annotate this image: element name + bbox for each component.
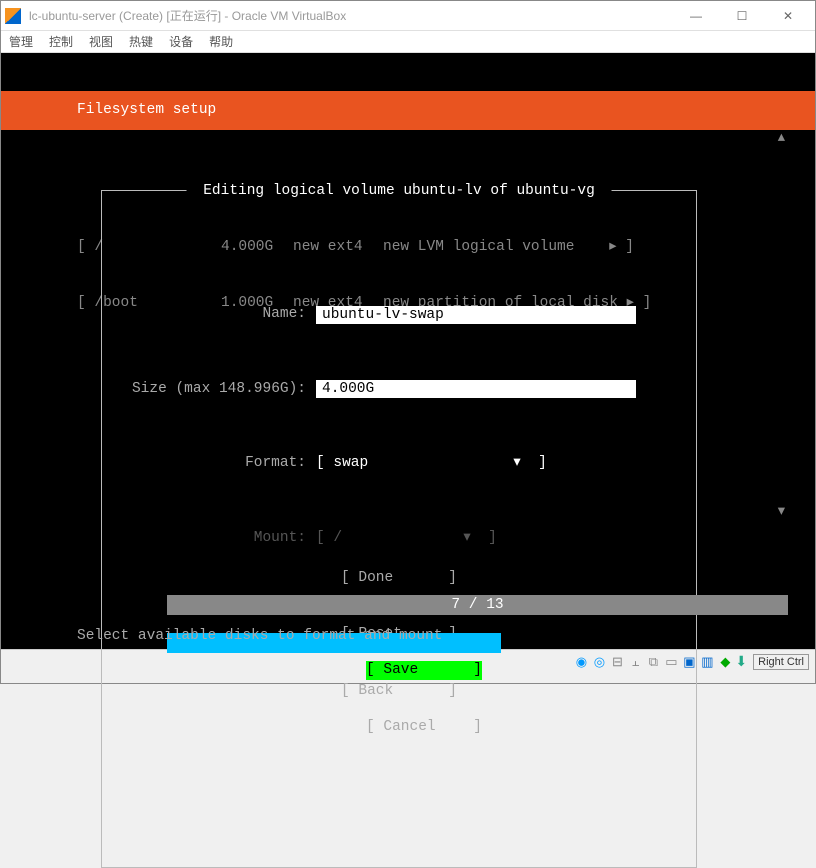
menu-help[interactable]: 帮助 [209,33,233,50]
mount-label: Mount: [126,529,316,548]
scroll-down-icon[interactable]: ▾ [778,503,785,522]
format-select[interactable]: [ swap▾ ] [316,454,547,473]
window-close-button[interactable]: ✕ [765,1,811,31]
progress-text: 7 / 13 [451,595,503,615]
menu-control[interactable]: 控制 [49,33,73,50]
done-button[interactable]: [ Done ] [341,569,457,588]
menu-view[interactable]: 视图 [89,33,113,50]
menubar: 管理 控制 视图 热键 设备 帮助 [1,31,815,53]
name-label: Name: [126,305,316,324]
console-area: Filesystem setup [ / 4.000G new ext4 new… [1,53,815,649]
chevron-down-icon: ▾ [463,529,479,548]
window-title: lc-ubuntu-server (Create) [正在运行] - Oracl… [29,7,673,24]
size-input[interactable] [316,380,636,398]
window-minimize-button[interactable]: — [673,1,719,31]
page-title: Filesystem setup [1,91,815,130]
menu-manage[interactable]: 管理 [9,33,33,50]
hint-text: Select available disks to format and mou… [77,627,442,646]
scroll-up-icon[interactable]: ▴ [778,129,785,148]
edit-logical-volume-dialog: Editing logical volume ubuntu-lv of ubun… [101,190,697,868]
window-titlebar: lc-ubuntu-server (Create) [正在运行] - Oracl… [1,1,815,31]
window-maximize-button[interactable]: ☐ [719,1,765,31]
menu-devices[interactable]: 设备 [169,33,193,50]
back-button[interactable]: [ Back ] [341,682,457,701]
menu-hotkeys[interactable]: 热键 [129,33,153,50]
dialog-title: Editing logical volume ubuntu-lv of ubun… [187,182,612,201]
chevron-down-icon: ▾ [513,454,529,473]
progress-bar: 7 / 13 [167,595,788,615]
format-label: Format: [126,454,316,473]
size-label: Size (max 148.996G): [126,380,316,399]
app-icon [5,8,21,24]
name-input[interactable] [316,306,636,324]
